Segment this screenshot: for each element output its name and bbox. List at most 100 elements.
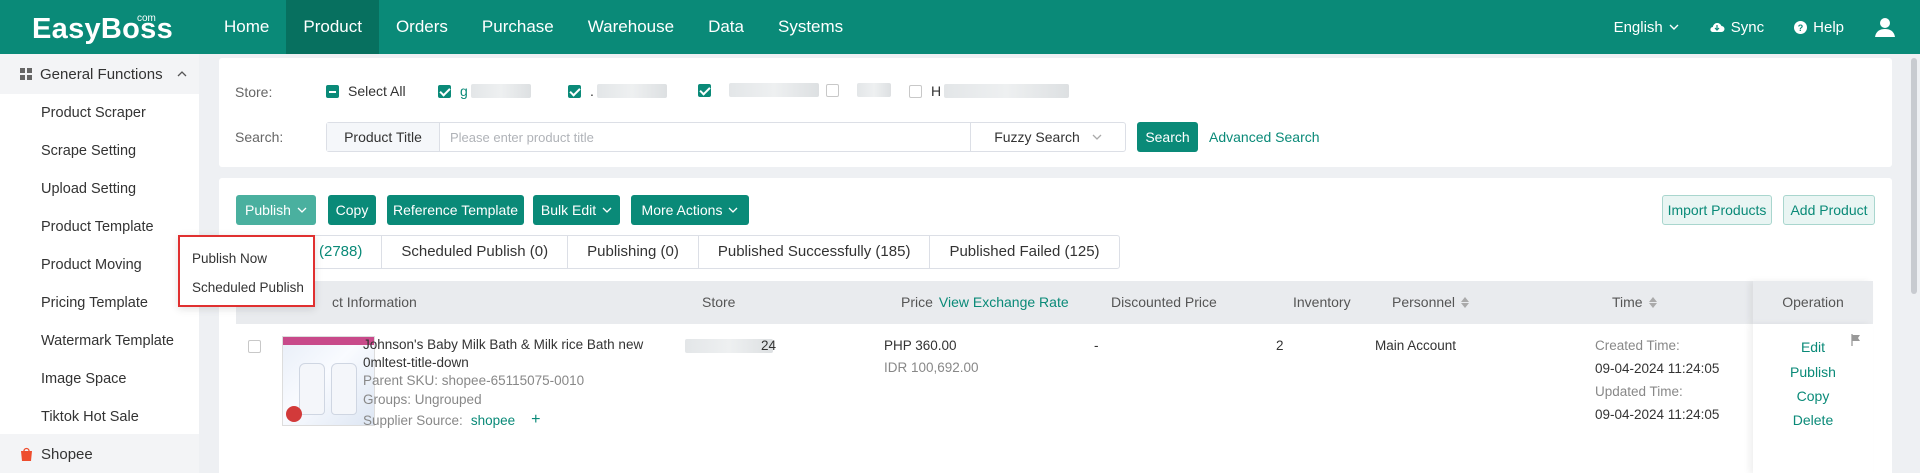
sidebar-item-pricing-template[interactable]: Pricing Template [0, 284, 199, 322]
row-store-suffix: 24 [761, 338, 777, 353]
delete-link[interactable]: Delete [1753, 412, 1873, 428]
page-scrollbar[interactable] [1911, 58, 1917, 294]
store-checkbox[interactable] [698, 83, 711, 97]
store-option-4[interactable] [826, 83, 891, 97]
sidebar-item-product-scraper[interactable]: Product Scraper [0, 94, 199, 132]
store-checkbox[interactable] [438, 84, 451, 98]
sidebar-item-product-moving[interactable]: Product Moving [0, 246, 199, 284]
sidebar-item-tiktok-hot-sale[interactable]: Tiktok Hot Sale [0, 398, 199, 436]
nav-purchase[interactable]: Purchase [465, 0, 571, 54]
search-button[interactable]: Search [1137, 122, 1198, 152]
store-checkbox[interactable] [568, 84, 581, 98]
sidebar-shopee-label: Shopee [41, 445, 93, 463]
nav-product[interactable]: Product [286, 0, 379, 54]
menu-item-publish-now[interactable]: Publish Now [192, 251, 267, 266]
publish-status-tabs: (2788) Scheduled Publish (0) Publishing … [259, 235, 1120, 269]
header-personnel[interactable]: Personnel [1392, 281, 1470, 324]
tab-published-failed[interactable]: Published Failed (125) [929, 236, 1118, 268]
sort-icon[interactable] [1648, 297, 1657, 308]
search-input[interactable] [440, 123, 970, 151]
tab-publishing[interactable]: Publishing (0) [567, 236, 698, 268]
product-thumbnail[interactable] [282, 336, 375, 426]
tab-published-successfully[interactable]: Published Successfully (185) [697, 236, 930, 268]
bulk-edit-button[interactable]: Bulk Edit [533, 195, 620, 225]
store-option-3[interactable] [698, 83, 819, 97]
sidebar-item-upload-setting[interactable]: Upload Setting [0, 170, 199, 208]
sync-button[interactable]: Sync [1709, 19, 1764, 36]
nav-warehouse[interactable]: Warehouse [571, 0, 691, 54]
reference-template-button[interactable]: Reference Template [387, 195, 524, 225]
more-actions-button[interactable]: More Actions [631, 195, 749, 225]
header-time[interactable]: Time [1612, 281, 1657, 324]
updated-time-label: Updated Time: [1595, 384, 1683, 399]
nav-home[interactable]: Home [207, 0, 286, 54]
search-label: Search: [235, 129, 284, 145]
sidebar-item-scrape-setting[interactable]: Scrape Setting [0, 132, 199, 170]
header-personnel-label: Personnel [1392, 294, 1456, 310]
add-product-button[interactable]: Add Product [1783, 195, 1875, 225]
search-mode-select[interactable]: Fuzzy Search [970, 123, 1125, 151]
publish-link[interactable]: Publish [1753, 364, 1873, 380]
cloud-sync-icon [1710, 23, 1725, 33]
store-option-5[interactable]: H [909, 83, 1070, 99]
row-operations: Edit Publish Copy Delete [1753, 324, 1873, 473]
product-title[interactable]: Johnson's Baby Milk Bath & Milk rice Bat… [363, 336, 643, 372]
row-checkbox[interactable] [248, 340, 261, 353]
language-selector[interactable]: English [1614, 19, 1679, 36]
redacted-store-name [470, 84, 531, 98]
user-avatar[interactable] [1874, 16, 1896, 38]
store-label: Store: [235, 84, 273, 100]
header-operation: Operation [1782, 294, 1844, 310]
chevron-down-icon [297, 207, 307, 213]
chevron-down-icon [602, 207, 612, 213]
more-actions-label: More Actions [641, 202, 723, 218]
chevron-up-icon [177, 71, 187, 77]
sort-icon[interactable] [1461, 297, 1470, 308]
sidebar-item-watermark-template[interactable]: Watermark Template [0, 322, 199, 360]
redacted-store-name [729, 83, 819, 97]
logo-com-suffix: com [137, 13, 156, 24]
sidebar-item-image-space[interactable]: Image Space [0, 360, 199, 398]
nav-data[interactable]: Data [691, 0, 761, 54]
store-option-2[interactable]: . [568, 83, 667, 99]
sidebar-item-product-template[interactable]: Product Template [0, 208, 199, 246]
chevron-down-icon [729, 207, 738, 213]
import-products-button[interactable]: Import Products [1662, 195, 1772, 225]
view-exchange-rate-link[interactable]: View Exchange Rate [939, 281, 1069, 324]
header-discounted-price: Discounted Price [1111, 294, 1217, 310]
nav-orders[interactable]: Orders [379, 0, 465, 54]
chevron-down-icon [1092, 134, 1102, 140]
header-time-label: Time [1612, 294, 1643, 310]
copy-button[interactable]: Copy [328, 195, 376, 225]
publish-button[interactable]: Publish [236, 195, 316, 225]
menu-item-scheduled-publish[interactable]: Scheduled Publish [192, 280, 304, 295]
add-supplier-icon[interactable]: + [531, 411, 540, 429]
sidebar-group-shopee[interactable]: Shopee [0, 434, 199, 473]
product-list-panel: Publish Copy Reference Template Bulk Edi… [219, 178, 1892, 473]
help-button[interactable]: ? Help [1794, 19, 1844, 36]
top-navigation-bar: EasyBoss com Home Product Orders Purchas… [0, 0, 1920, 54]
tab-scheduled-publish[interactable]: Scheduled Publish (0) [381, 236, 567, 268]
store-checkbox[interactable] [909, 84, 922, 98]
store-option-1[interactable]: g [438, 83, 531, 99]
redacted-store-name [685, 338, 773, 353]
price-php: PHP 360.00 [884, 338, 957, 353]
search-field-type[interactable]: Product Title [327, 123, 440, 151]
supplier-source-link[interactable]: shopee [471, 413, 515, 428]
store-checkbox[interactable] [826, 83, 839, 97]
sidebar-group-general-functions[interactable]: General Functions [0, 54, 199, 94]
redacted-store-name [944, 84, 1070, 98]
store-name: H [931, 83, 942, 99]
parent-sku: Parent SKU: shopee-65115075-0010 [363, 373, 585, 388]
redacted-store-name [596, 84, 667, 98]
nav-systems[interactable]: Systems [761, 0, 860, 54]
header-product-information: ct Information [332, 294, 417, 310]
store-select-all[interactable]: Select All [326, 83, 406, 99]
select-all-checkbox[interactable] [326, 84, 339, 98]
edit-link[interactable]: Edit [1753, 339, 1873, 355]
supplier-source: Supplier Source: shopee + [363, 411, 540, 429]
svg-text:?: ? [1798, 23, 1804, 33]
advanced-search-link[interactable]: Advanced Search [1209, 129, 1320, 145]
copy-link[interactable]: Copy [1753, 388, 1873, 404]
top-right-controls: English Sync ? Help [1614, 0, 1896, 54]
